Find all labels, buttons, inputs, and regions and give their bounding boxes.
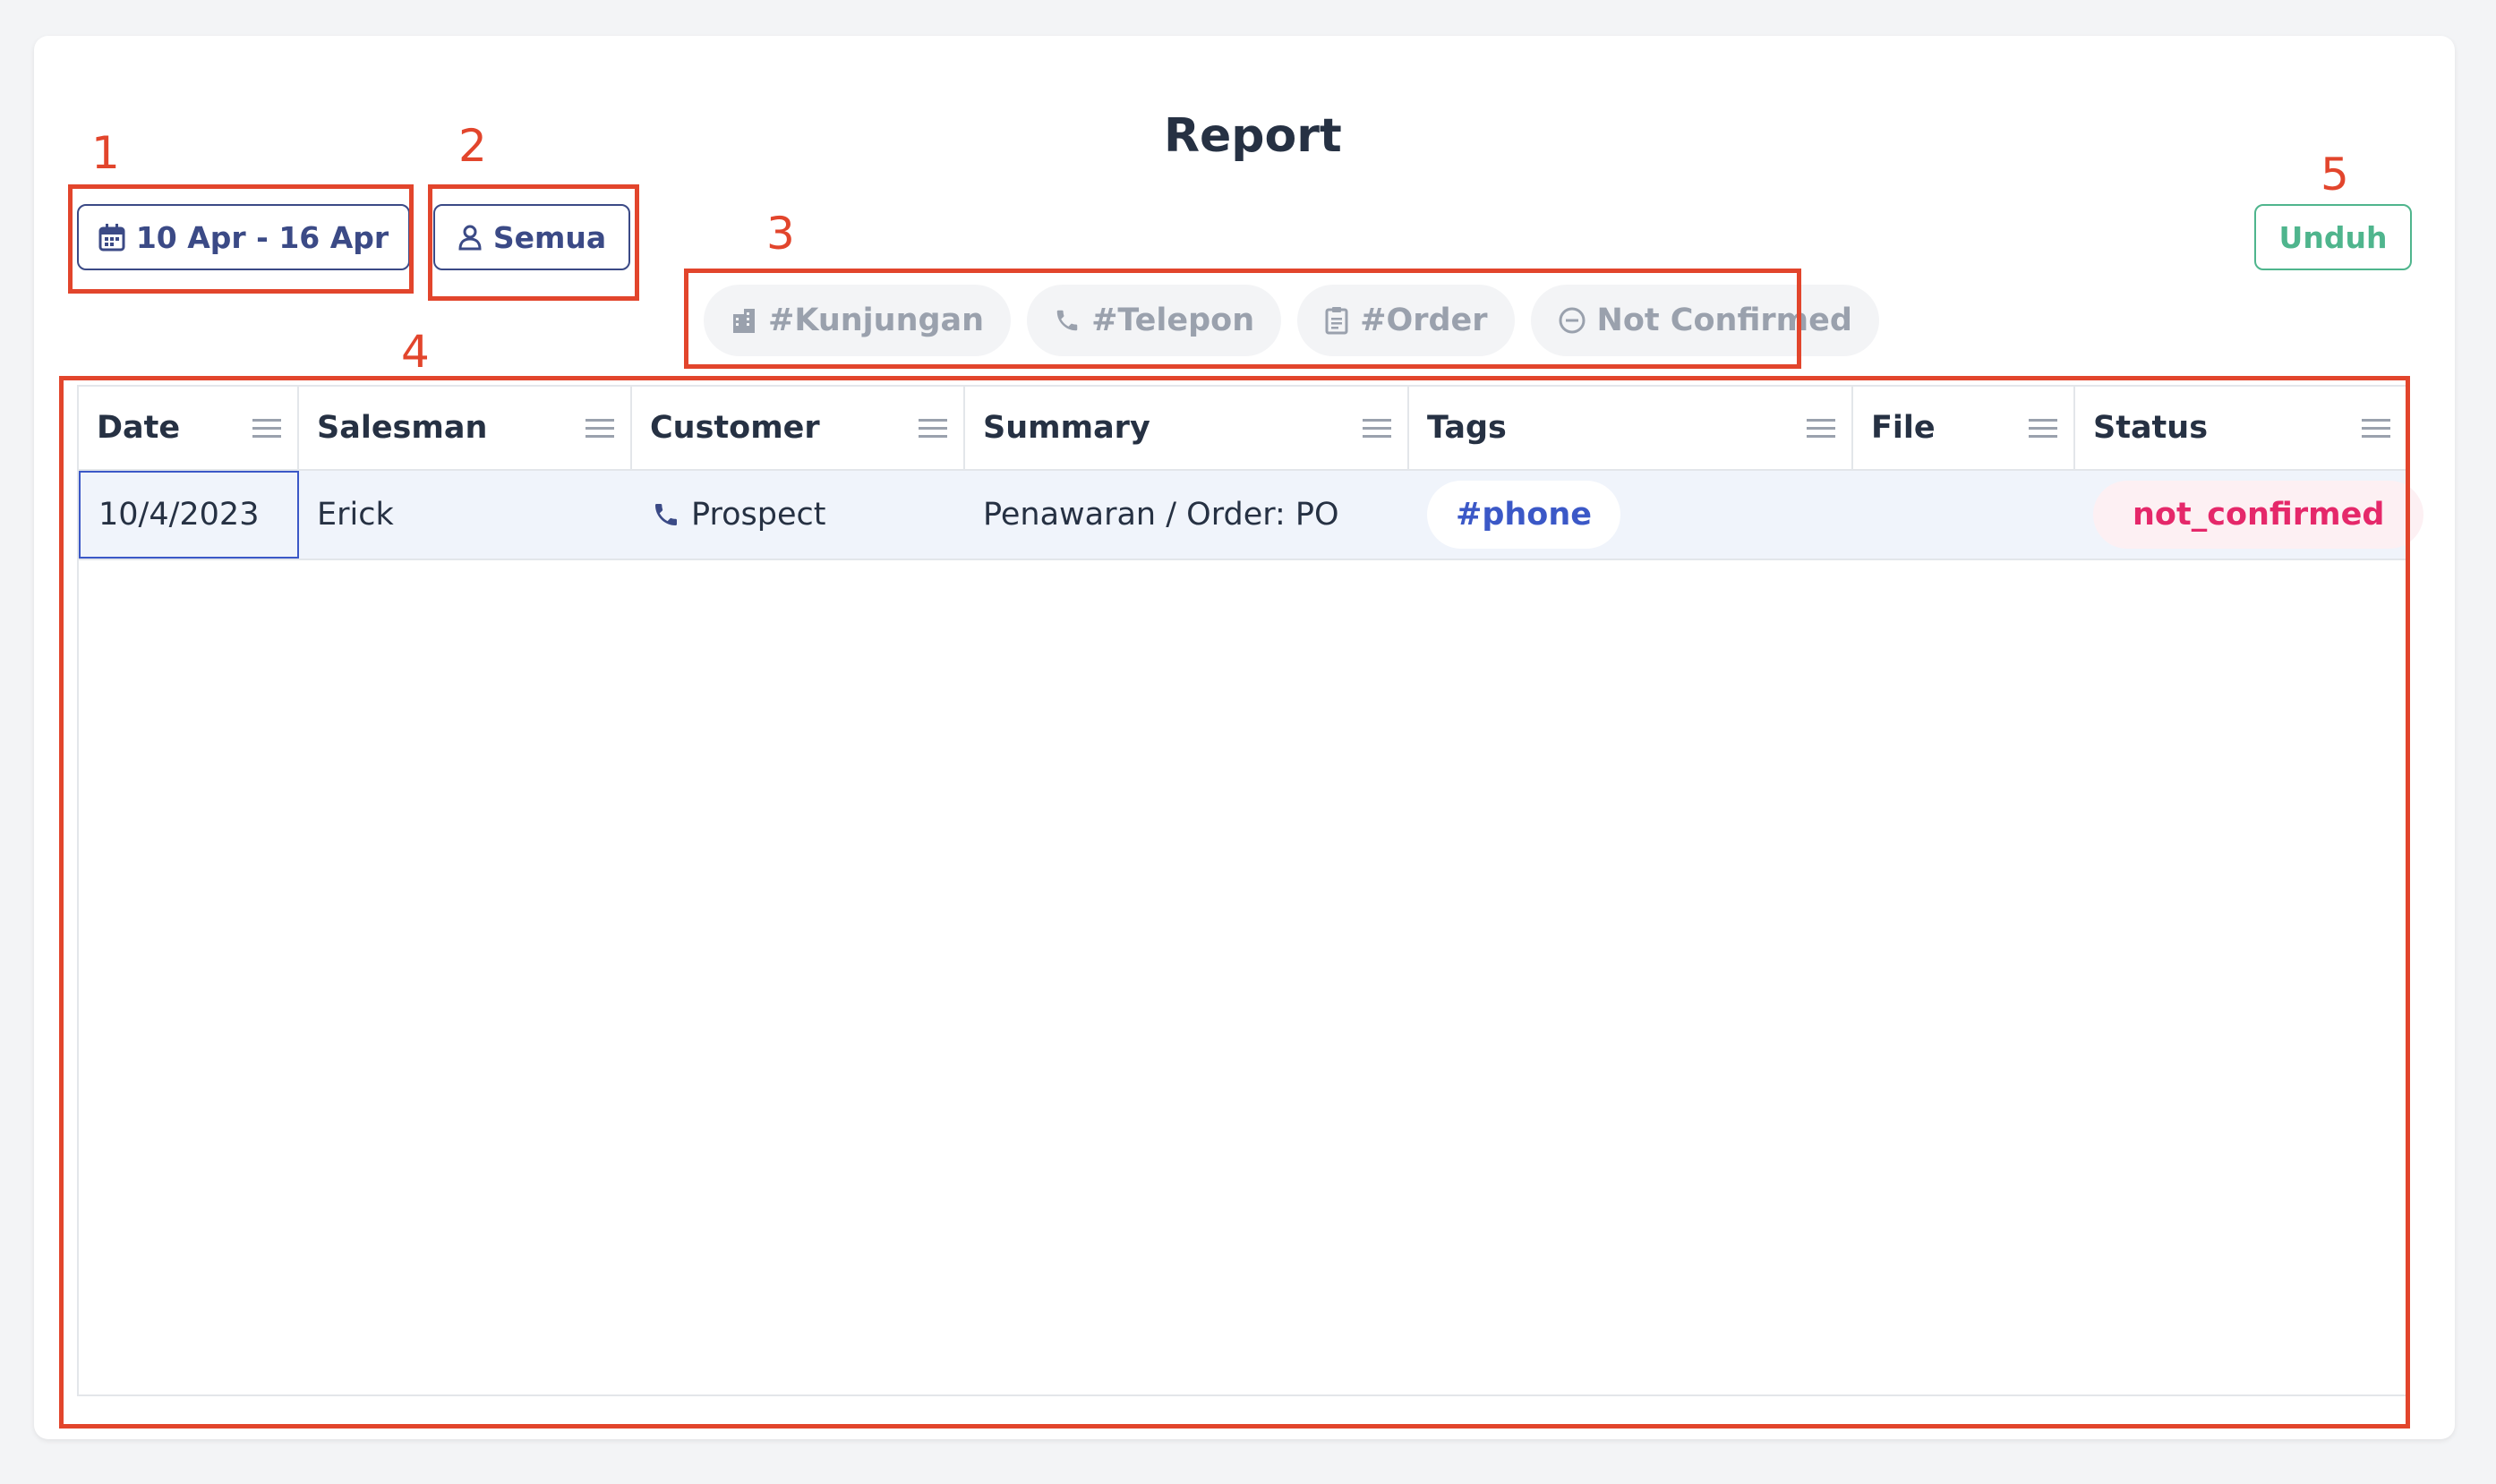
cell-customer[interactable]: Prospect: [632, 471, 965, 559]
column-header-label: Customer: [650, 410, 820, 446]
chip-label: Not Confirmed: [1596, 303, 1852, 338]
column-header-file[interactable]: File: [1853, 387, 2075, 469]
column-menu-icon[interactable]: [1363, 419, 1391, 439]
table-header: Date Salesman Customer Summary Tags File…: [79, 387, 2406, 471]
date-range-button[interactable]: 10 Apr - 16 Apr: [77, 204, 410, 270]
cell-customer-value: Prospect: [691, 497, 826, 533]
cell-status[interactable]: not_confirmed: [2075, 471, 2424, 559]
cell-tags[interactable]: #phone: [1409, 471, 1853, 559]
column-header-label: Tags: [1427, 410, 1507, 446]
building-icon: [731, 307, 757, 334]
cell-summary-value: Penawaran / Order: PO: [983, 497, 1339, 533]
column-header-tags[interactable]: Tags: [1409, 387, 1853, 469]
chip-not-confirmed[interactable]: Not Confirmed: [1530, 285, 1879, 356]
cell-file[interactable]: [1853, 471, 2075, 559]
column-header-status[interactable]: Status: [2075, 387, 2406, 469]
column-header-label: Date: [97, 410, 181, 446]
cell-salesman[interactable]: Erick: [299, 471, 632, 559]
salesman-filter-button[interactable]: Semua: [433, 204, 630, 270]
minus-circle-icon: [1558, 306, 1586, 335]
date-range-label: 10 Apr - 16 Apr: [135, 219, 389, 255]
chip-telepon[interactable]: #Telepon: [1027, 285, 1282, 356]
cell-date[interactable]: 10/4/2023: [79, 471, 299, 559]
column-menu-icon[interactable]: [252, 419, 281, 439]
column-header-salesman[interactable]: Salesman: [299, 387, 632, 469]
chip-order[interactable]: #Order: [1297, 285, 1515, 356]
column-menu-icon[interactable]: [2029, 419, 2057, 439]
page-title: Report: [1164, 109, 1342, 163]
column-menu-icon[interactable]: [919, 419, 947, 439]
calendar-icon: [98, 223, 125, 252]
phone-icon: [652, 500, 680, 529]
status-badge: not_confirmed: [2093, 481, 2424, 549]
column-header-summary[interactable]: Summary: [965, 387, 1409, 469]
cell-date-value: 10/4/2023: [98, 497, 260, 533]
clipboard-icon: [1324, 306, 1349, 335]
chip-kunjungan[interactable]: #Kunjungan: [704, 285, 1012, 356]
column-header-customer[interactable]: Customer: [632, 387, 965, 469]
chip-label: #Order: [1360, 303, 1488, 338]
download-label: Unduh: [2278, 219, 2388, 255]
report-table: Date Salesman Customer Summary Tags File…: [77, 385, 2424, 1396]
user-icon: [457, 224, 483, 251]
salesman-filter-label: Semua: [492, 219, 607, 255]
download-button[interactable]: Unduh: [2254, 204, 2412, 270]
table-row[interactable]: 10/4/2023 Erick Prospect Penawaran / Ord…: [79, 471, 2424, 560]
cell-summary[interactable]: Penawaran / Order: PO: [965, 471, 1409, 559]
column-menu-icon[interactable]: [2362, 419, 2390, 439]
filter-chips: #Kunjungan #Telepon #Order Not Confirmed: [704, 285, 1879, 356]
tag-pill[interactable]: #phone: [1427, 481, 1620, 549]
column-menu-icon[interactable]: [1807, 419, 1835, 439]
cell-salesman-value: Erick: [317, 497, 394, 533]
column-menu-icon[interactable]: [586, 419, 614, 439]
column-header-date[interactable]: Date: [79, 387, 299, 469]
column-header-label: Salesman: [317, 410, 488, 446]
column-header-label: Summary: [983, 410, 1150, 446]
phone-icon: [1054, 307, 1081, 334]
column-header-label: File: [1871, 410, 1936, 446]
column-header-label: Status: [2093, 410, 2209, 446]
chip-label: #Kunjungan: [768, 303, 985, 338]
chip-label: #Telepon: [1091, 303, 1255, 338]
